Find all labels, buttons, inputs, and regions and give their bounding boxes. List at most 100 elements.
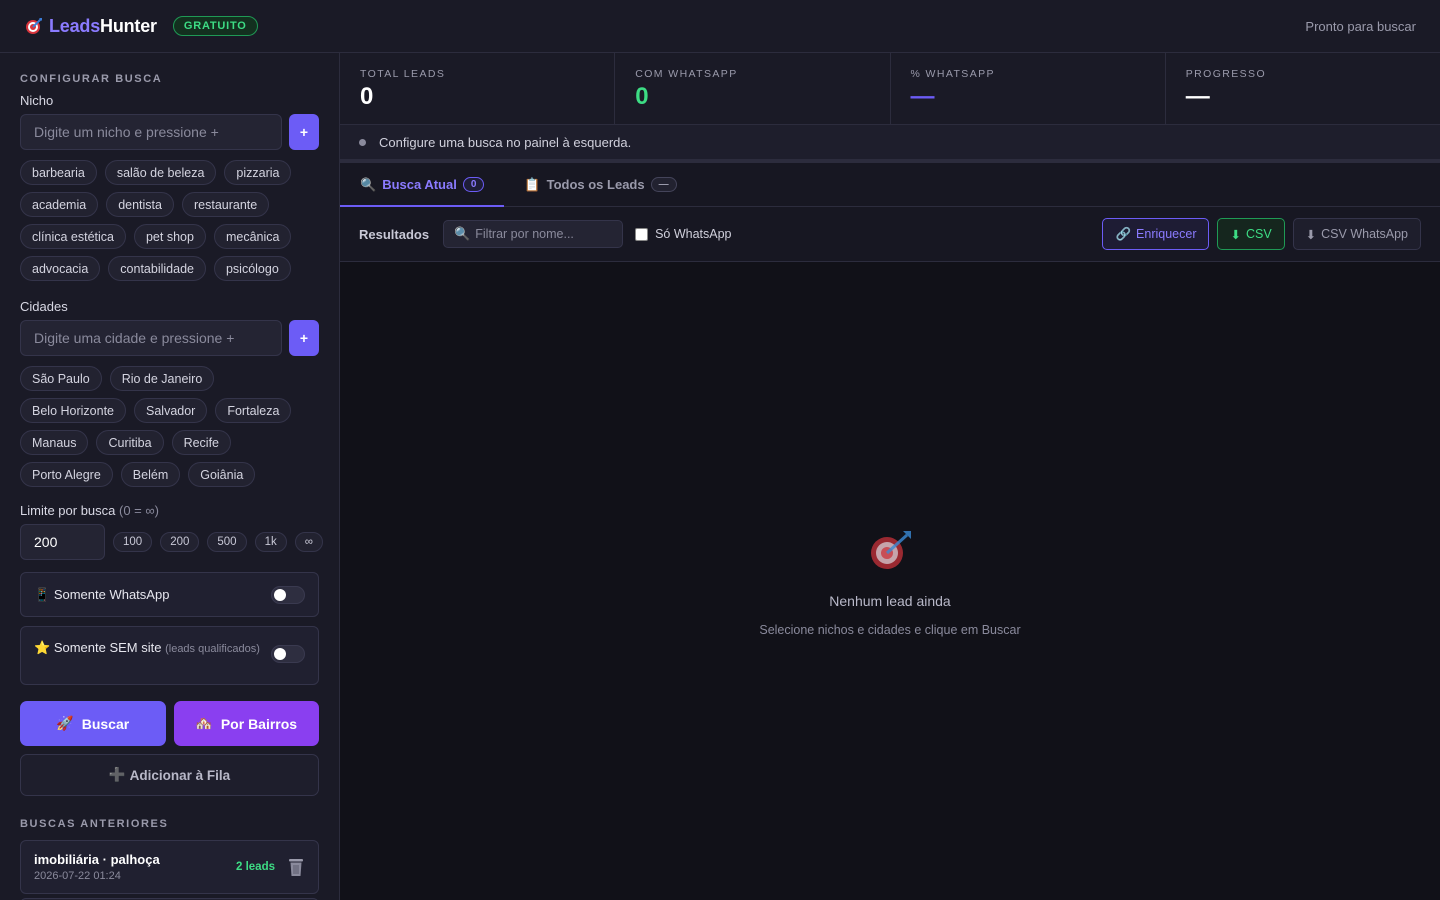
nicho-chip[interactable]: contabilidade [108, 256, 206, 281]
csv-button[interactable]: ⬇ CSV [1217, 218, 1285, 250]
tab-busca-atual[interactable]: 🔍 Busca Atual 0 [340, 163, 505, 207]
logo-hunter-text: Hunter [100, 15, 157, 36]
whatsapp-only-label: Só WhatsApp [655, 227, 732, 241]
plan-badge: GRATUITO [172, 16, 258, 36]
tab-count: — [650, 177, 677, 192]
tab-label: Todos os Leads [546, 177, 645, 192]
enrich-button[interactable]: 🔗 Enriquecer [1102, 218, 1210, 250]
target-icon [865, 529, 915, 573]
stat-label: COM WHATSAPP [635, 68, 738, 80]
stat-total-leads: TOTAL LEADS 0 [340, 53, 616, 124]
tabs: 🔍 Busca Atual 0 📋 Todos os Leads — [340, 163, 1440, 207]
nicho-chip[interactable]: restaurante [181, 192, 270, 217]
cidade-chip[interactable]: Goiânia [188, 462, 256, 487]
stat-value: 0 [635, 83, 649, 110]
cidade-chip[interactable]: Salvador [134, 398, 208, 423]
star-icon: ⭐ [34, 640, 51, 655]
status-dot-icon [359, 138, 366, 146]
csv-whatsapp-button[interactable]: ⬇ CSV WhatsApp [1292, 218, 1421, 250]
app-logo[interactable]: Leads Hunter [24, 16, 157, 37]
stat-value: — [1185, 83, 1210, 110]
cidade-chip[interactable]: Porto Alegre [20, 462, 113, 487]
filter-field[interactable]: 🔍 [443, 220, 624, 248]
toggle-whatsapp-row: 📱 Somente WhatsApp [20, 572, 319, 617]
nicho-chips: barbearia salão de beleza pizzaria acade… [20, 160, 319, 281]
cidade-input[interactable] [20, 320, 282, 356]
info-message: Configure uma busca no painel à esquerda… [379, 134, 632, 150]
por-bairros-button[interactable]: 🏘️ Por Bairros [173, 701, 319, 746]
history-item-title: imobiliária · palhoça [34, 852, 160, 867]
limit-input[interactable] [20, 524, 105, 560]
sem-site-toggle[interactable] [271, 645, 305, 663]
por-bairros-label: Por Bairros [220, 715, 298, 732]
download-icon: ⬇ [1230, 227, 1241, 242]
nicho-chip[interactable]: pizzaria [224, 160, 292, 185]
limit-preset-200[interactable]: 200 [160, 532, 200, 552]
toggle-whatsapp-label: Somente WhatsApp [53, 586, 170, 602]
toggle-sem-site-row: ⭐ Somente SEM site (leads qualificados) [20, 626, 319, 685]
nicho-chip[interactable]: academia [20, 192, 99, 217]
add-to-queue-label: Adicionar à Fila [129, 767, 231, 783]
enrich-label: Enriquecer [1136, 227, 1197, 241]
cidade-chip[interactable]: Manaus [20, 430, 89, 455]
buscar-button[interactable]: 🚀 Buscar [20, 701, 166, 746]
whatsapp-only-filter[interactable]: Só WhatsApp [635, 227, 732, 241]
limit-preset-infinite[interactable]: ∞ [294, 532, 323, 552]
nicho-chip[interactable]: clínica estética [20, 224, 126, 249]
cidade-chip[interactable]: Recife [171, 430, 231, 455]
nicho-input[interactable] [20, 114, 282, 150]
target-icon [24, 16, 44, 36]
limit-preset-1k[interactable]: 1k [254, 532, 287, 552]
app-header: Leads Hunter GRATUITO Pronto para buscar [0, 0, 1440, 53]
cidade-chip[interactable]: Fortaleza [215, 398, 292, 423]
search-icon: 🔍 [454, 226, 471, 241]
houses-icon: 🏘️ [195, 715, 213, 731]
filter-input[interactable] [475, 227, 616, 241]
stat-com-whatsapp: COM WHATSAPP 0 [615, 53, 891, 124]
section-title-configurar: CONFIGURAR BUSCA [20, 73, 163, 85]
limit-label-text: Limite por busca [20, 503, 116, 518]
nicho-chip[interactable]: barbearia [20, 160, 97, 185]
nicho-chip[interactable]: salão de beleza [104, 160, 217, 185]
empty-subtitle: Selecione nichos e cidades e clique em B… [759, 623, 1021, 637]
stat-progresso: PROGRESSO — [1166, 53, 1440, 124]
tab-todos-os-leads[interactable]: 📋 Todos os Leads — [504, 163, 696, 206]
plus-icon: ➕ [108, 767, 126, 782]
results-toolbar: Resultados 🔍 Só WhatsApp 🔗 Enriquecer ⬇ … [340, 207, 1440, 262]
nicho-chip[interactable]: psicólogo [213, 256, 291, 281]
whatsapp-toggle[interactable] [271, 585, 305, 604]
csv-label: CSV [1245, 227, 1272, 241]
stat-label: PROGRESSO [1185, 68, 1267, 80]
limit-preset-500[interactable]: 500 [207, 532, 247, 552]
trash-icon[interactable] [287, 857, 305, 877]
stat-value: 0 [360, 83, 374, 110]
section-title-history: BUSCAS ANTERIORES [20, 818, 169, 830]
toggle-sem-site-label: Somente SEM site [53, 640, 162, 655]
nicho-chip[interactable]: advocacia [20, 256, 101, 281]
sidebar: CONFIGURAR BUSCA Nicho + barbearia salão… [0, 53, 340, 900]
limit-preset-100[interactable]: 100 [113, 532, 153, 552]
nicho-chip[interactable]: pet shop [133, 224, 206, 249]
cidade-chip[interactable]: São Paulo [20, 366, 102, 391]
buscar-label: Buscar [81, 715, 130, 732]
stat-value: — [910, 83, 935, 110]
whatsapp-only-checkbox[interactable] [635, 227, 649, 241]
add-to-queue-button[interactable]: ➕ Adicionar à Fila [20, 754, 319, 796]
history-item[interactable]: imobiliária · palhoça 2026-07-22 01:24 2… [20, 840, 319, 894]
logo-leads-text: Leads [49, 15, 101, 36]
magnifier-icon: 🔍 [360, 176, 377, 192]
nicho-chip[interactable]: mecânica [213, 224, 292, 249]
nicho-label: Nicho [20, 93, 54, 108]
add-nicho-button[interactable]: + [289, 114, 319, 150]
results-title: Resultados [359, 226, 430, 242]
stat-label: % WHATSAPP [910, 68, 995, 80]
csv-whatsapp-label: CSV WhatsApp [1321, 227, 1408, 241]
limit-hint: (0 = ∞) [119, 503, 159, 518]
cidade-chip[interactable]: Curitiba [96, 430, 164, 455]
cidade-chip[interactable]: Rio de Janeiro [109, 366, 215, 391]
nicho-chip[interactable]: dentista [106, 192, 174, 217]
cidade-chip[interactable]: Belém [120, 462, 181, 487]
add-cidade-button[interactable]: + [289, 320, 319, 356]
cidade-chip[interactable]: Belo Horizonte [20, 398, 126, 423]
rocket-icon: 🚀 [56, 715, 74, 731]
